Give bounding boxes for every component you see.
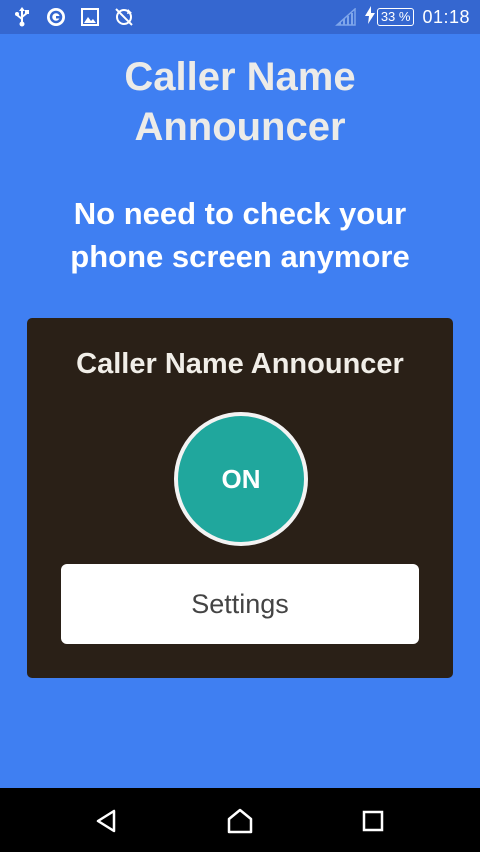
on-off-toggle-button[interactable]: ON bbox=[174, 412, 308, 546]
no-sync-icon bbox=[114, 7, 134, 27]
card-title: Caller Name Announcer bbox=[76, 348, 404, 380]
back-icon[interactable] bbox=[92, 806, 122, 836]
image-icon bbox=[80, 7, 100, 27]
battery-level: 33 % bbox=[376, 8, 415, 26]
tagline-line-2: phone screen anymore bbox=[70, 239, 410, 274]
announcer-card: Caller Name Announcer ON Settings bbox=[27, 318, 453, 678]
app-notification-icon bbox=[46, 7, 66, 27]
usb-icon bbox=[12, 7, 32, 27]
app-title-line-2: Announcer bbox=[134, 105, 346, 149]
system-status: 33 % 01:18 bbox=[334, 5, 470, 29]
toggle-label: ON bbox=[221, 463, 261, 494]
notification-icons bbox=[12, 6, 134, 28]
navigation-bar bbox=[0, 788, 480, 852]
clock: 01:18 bbox=[422, 6, 470, 27]
recents-icon[interactable] bbox=[358, 806, 388, 836]
tagline: No need to check your phone screen anymo… bbox=[0, 192, 480, 278]
signal-icon bbox=[334, 7, 357, 26]
battery-indicator: 33 % bbox=[364, 5, 415, 29]
settings-label: Settings bbox=[191, 588, 289, 619]
charging-icon bbox=[364, 5, 375, 29]
app-title-line-1: Caller Name bbox=[124, 55, 356, 99]
status-bar: 33 % 01:18 bbox=[0, 0, 480, 34]
tagline-line-1: No need to check your bbox=[73, 196, 407, 231]
home-icon[interactable] bbox=[225, 806, 255, 836]
settings-button[interactable]: Settings bbox=[61, 564, 419, 644]
app-title: Caller Name Announcer bbox=[0, 52, 480, 152]
